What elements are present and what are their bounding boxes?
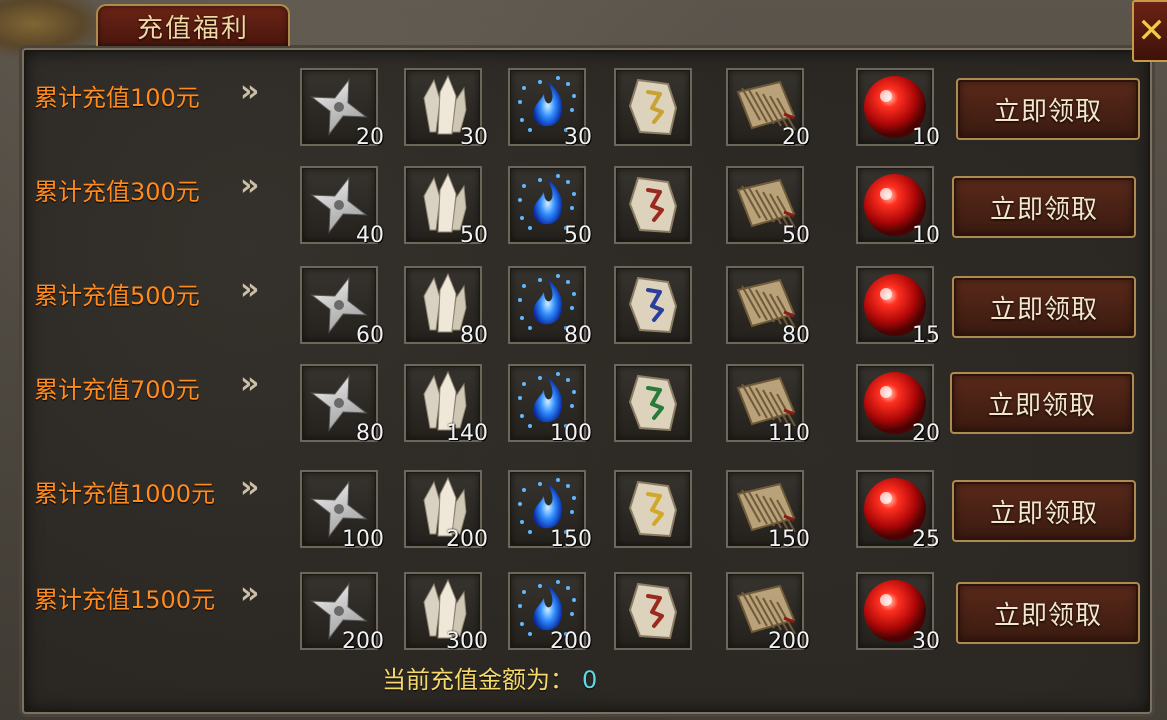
reward-slot[interactable]: 80	[404, 266, 488, 348]
item-count: 50	[460, 223, 488, 248]
reward-slot[interactable]: 50	[404, 166, 488, 248]
item-count: 30	[912, 629, 940, 654]
double-chevron-icon: »	[240, 74, 260, 109]
item-count: 50	[564, 223, 592, 248]
rune-stone-icon	[628, 480, 678, 538]
item-count: 80	[356, 421, 384, 446]
claim-button[interactable]: 立即领取	[956, 582, 1140, 644]
close-button[interactable]: ✕	[1132, 0, 1167, 62]
claim-button[interactable]: 立即领取	[952, 480, 1136, 542]
item-count: 80	[564, 323, 592, 348]
reward-slot[interactable]: 150	[508, 470, 592, 552]
reward-slot[interactable]: 10	[856, 166, 940, 248]
tier-label: 累计充值300元	[34, 178, 200, 206]
item-count: 30	[564, 125, 592, 150]
current-amount-value: 0	[582, 666, 598, 694]
reward-slot[interactable]: 80	[508, 266, 592, 348]
item-count: 10	[912, 223, 940, 248]
item-count: 80	[782, 323, 810, 348]
item-count: 30	[460, 125, 488, 150]
reward-slot[interactable]	[614, 364, 692, 442]
item-count: 200	[446, 527, 488, 552]
item-count: 40	[356, 223, 384, 248]
reward-slot[interactable]: 200	[300, 572, 384, 654]
reward-slot[interactable]: 20	[856, 364, 940, 446]
reward-slot[interactable]: 200	[726, 572, 810, 654]
reward-slot[interactable]	[614, 68, 692, 146]
reward-slot[interactable]: 110	[726, 364, 810, 446]
item-count: 15	[912, 323, 940, 348]
window-title: 充值福利	[136, 13, 249, 44]
reward-slot[interactable]: 20	[300, 68, 384, 150]
reward-slot[interactable]: 25	[856, 470, 940, 552]
reward-slot[interactable]: 50	[508, 166, 592, 248]
reward-slot[interactable]: 300	[404, 572, 488, 654]
reward-slot[interactable]: 100	[300, 470, 384, 552]
rune-stone-icon	[628, 176, 678, 234]
claim-button[interactable]: 立即领取	[956, 78, 1140, 140]
reward-slot[interactable]: 80	[300, 364, 384, 446]
reward-slot[interactable]: 20	[726, 68, 810, 150]
current-amount: 当前充值金额为： 0	[382, 660, 597, 695]
double-chevron-icon: »	[240, 366, 260, 401]
rune-stone-icon	[628, 374, 678, 432]
item-count: 50	[782, 223, 810, 248]
claim-button[interactable]: 立即领取	[950, 372, 1134, 434]
item-count: 150	[550, 527, 592, 552]
double-chevron-icon: »	[240, 576, 260, 611]
item-count: 20	[782, 125, 810, 150]
close-icon: ✕	[1137, 11, 1166, 51]
tier-label: 累计充值700元	[34, 376, 200, 404]
item-count: 100	[342, 527, 384, 552]
tier-label: 累计充值1000元	[34, 480, 216, 508]
reward-slot[interactable]: 50	[726, 166, 810, 248]
reward-slot[interactable]: 60	[300, 266, 384, 348]
double-chevron-icon: »	[240, 470, 260, 505]
reward-slot[interactable]: 40	[300, 166, 384, 248]
item-count: 300	[446, 629, 488, 654]
item-count: 140	[446, 421, 488, 446]
reward-slot[interactable]: 30	[508, 68, 592, 150]
item-count: 80	[460, 323, 488, 348]
reward-slot[interactable]: 150	[726, 470, 810, 552]
reward-slot[interactable]: 80	[726, 266, 810, 348]
reward-slot[interactable]	[614, 166, 692, 244]
item-count: 25	[912, 527, 940, 552]
title-tab: 充值福利	[96, 4, 290, 46]
item-count: 200	[342, 629, 384, 654]
rune-stone-icon	[628, 276, 678, 334]
claim-button[interactable]: 立即领取	[952, 276, 1136, 338]
current-amount-label: 当前充值金额为：	[382, 666, 574, 694]
double-chevron-icon: »	[240, 272, 260, 307]
reward-slot[interactable]	[614, 470, 692, 548]
reward-slot[interactable]: 100	[508, 364, 592, 446]
reward-slot[interactable]	[614, 572, 692, 650]
claim-button[interactable]: 立即领取	[952, 176, 1136, 238]
tier-label: 累计充值1500元	[34, 586, 216, 614]
tier-label: 累计充值500元	[34, 282, 200, 310]
item-count: 20	[912, 421, 940, 446]
reward-slot[interactable]: 30	[856, 572, 940, 654]
rune-stone-icon	[628, 78, 678, 136]
reward-slot[interactable]	[614, 266, 692, 344]
item-count: 150	[768, 527, 810, 552]
reward-slot[interactable]: 200	[508, 572, 592, 654]
reward-slot[interactable]: 15	[856, 266, 940, 348]
reward-slot[interactable]: 30	[404, 68, 488, 150]
item-count: 200	[768, 629, 810, 654]
item-count: 100	[550, 421, 592, 446]
rune-stone-icon	[628, 582, 678, 640]
item-count: 110	[768, 421, 810, 446]
tier-label: 累计充值100元	[34, 84, 200, 112]
item-count: 10	[912, 125, 940, 150]
reward-slot[interactable]: 140	[404, 364, 488, 446]
reward-slot[interactable]: 200	[404, 470, 488, 552]
item-count: 200	[550, 629, 592, 654]
item-count: 20	[356, 125, 384, 150]
reward-slot[interactable]: 10	[856, 68, 940, 150]
item-count: 60	[356, 323, 384, 348]
double-chevron-icon: »	[240, 168, 260, 203]
